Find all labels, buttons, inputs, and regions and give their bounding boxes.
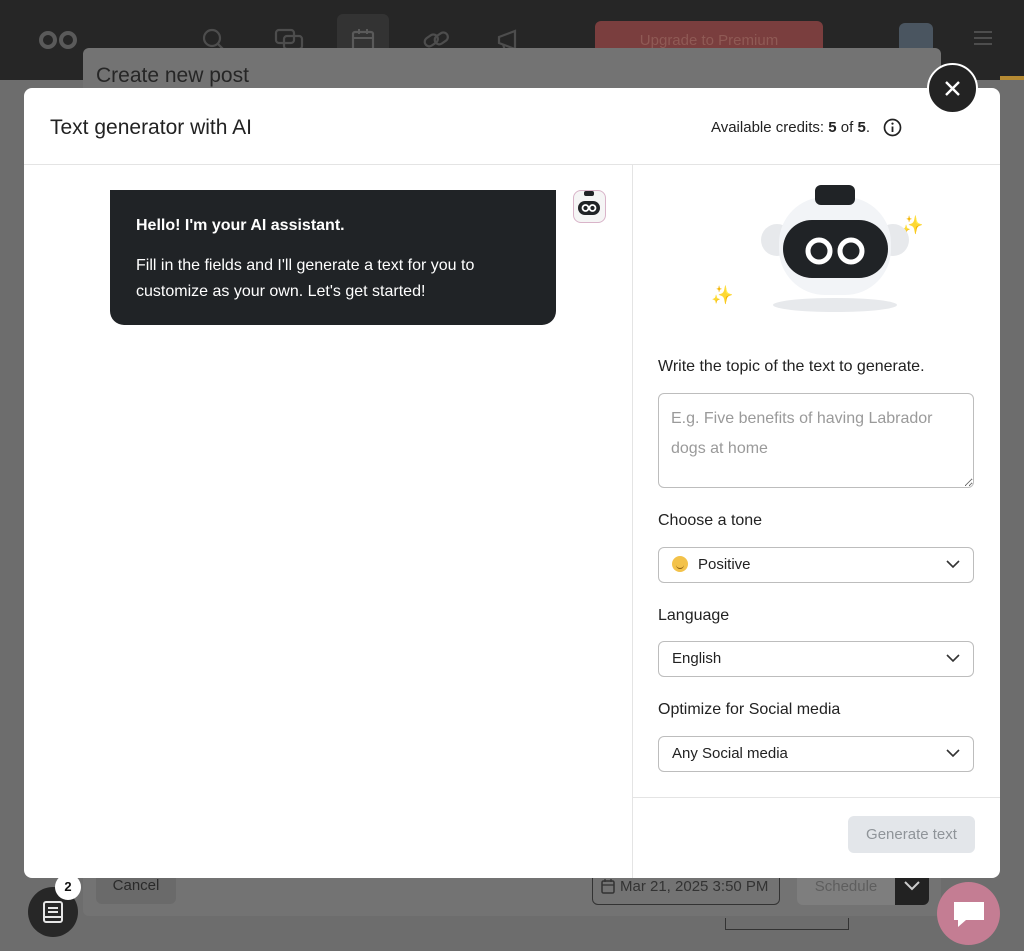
ai-text-generator-modal: Text generator with AI Available credits… — [24, 88, 1000, 878]
chevron-down-icon — [904, 881, 920, 891]
robot-illustration: ✨ ✨ — [695, 185, 955, 320]
notebook-icon — [43, 901, 63, 923]
close-modal-button[interactable] — [927, 63, 978, 114]
chevron-down-icon — [946, 560, 960, 569]
social-media-label: Optimize for Social media — [658, 701, 841, 718]
modal-title: Text generator with AI — [50, 116, 252, 139]
assistant-message: Hello! I'm your AI assistant. Fill in th… — [110, 190, 556, 325]
tone-select[interactable]: Positive — [658, 547, 974, 583]
hamburger-menu-icon[interactable] — [974, 30, 992, 51]
footer-divider — [633, 797, 1000, 798]
credits-total: 5 — [857, 119, 866, 136]
language-value: English — [672, 650, 722, 667]
app-logo[interactable] — [38, 30, 78, 55]
tone-label: Choose a tone — [658, 512, 763, 529]
generate-text-button[interactable]: Generate text — [848, 816, 975, 853]
chevron-down-icon — [946, 749, 960, 758]
bot-avatar — [573, 190, 606, 223]
info-icon[interactable] — [883, 118, 902, 142]
assistant-greeting-title: Hello! I'm your AI assistant. — [136, 217, 345, 234]
support-chat-button[interactable] — [937, 882, 1000, 945]
credits-of: of — [840, 119, 854, 136]
credits-used: 5 — [828, 119, 837, 136]
available-credits: Available credits: 5 of 5. — [711, 119, 870, 136]
credits-suffix: . — [865, 119, 870, 136]
topic-label: Write the topic of the text to generate. — [658, 358, 925, 375]
tone-value: Positive — [698, 556, 751, 573]
chat-icon — [954, 902, 984, 927]
create-post-title: Create new post — [96, 64, 249, 87]
calendar-small-icon — [601, 879, 615, 894]
social-media-value: Any Social media — [672, 745, 788, 762]
assistant-greeting-text: Fill in the fields and I'll generate a t… — [136, 257, 475, 300]
topic-input[interactable] — [658, 393, 974, 488]
generator-form: ✨ ✨ Write the topic of the text to gener… — [633, 165, 1000, 878]
modal-header: Text generator with AI Available credits… — [24, 88, 1000, 165]
topbar-accent — [1000, 76, 1024, 80]
close-icon — [945, 81, 960, 96]
schedule-date-value: Mar 21, 2025 3:50 PM — [620, 878, 769, 895]
svg-text:✨: ✨ — [711, 285, 733, 306]
smiley-emoji-icon — [672, 556, 688, 572]
social-media-select[interactable]: Any Social media — [658, 736, 974, 772]
chevron-down-icon — [946, 654, 960, 663]
credits-prefix: Available credits: — [710, 119, 825, 136]
background-outline-box — [725, 918, 849, 930]
language-select[interactable]: English — [658, 641, 974, 677]
chat-pane: Hello! I'm your AI assistant. Fill in th… — [24, 165, 632, 878]
language-label: Language — [658, 607, 730, 624]
